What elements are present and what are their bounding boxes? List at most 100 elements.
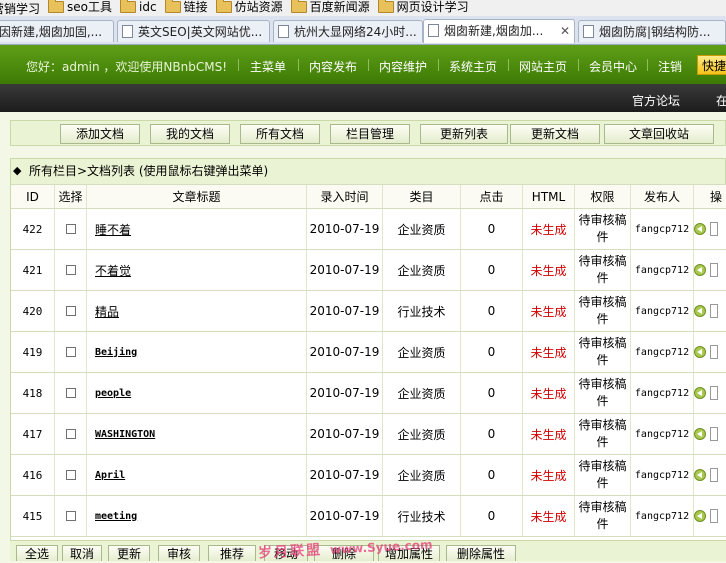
article-title-link[interactable]: 睡不着 bbox=[95, 221, 131, 238]
article-title-link[interactable]: people bbox=[95, 388, 131, 399]
article-title-link[interactable]: 精品 bbox=[95, 303, 119, 320]
select-cell bbox=[55, 455, 87, 495]
table-row[interactable]: 416 April 2010-07-19 企业资质 0 未生成 待审核稿件 fangcp712 bbox=[11, 455, 726, 496]
operation-box[interactable] bbox=[710, 386, 718, 400]
toolbar-button[interactable]: 所有文档 bbox=[240, 124, 320, 144]
title-cell: 睡不着 bbox=[87, 209, 307, 249]
nav-separator bbox=[238, 59, 239, 71]
arrow-left-icon[interactable] bbox=[694, 346, 706, 358]
bookmark-item[interactable]: 网页设计学习 bbox=[377, 0, 469, 14]
row-checkbox[interactable] bbox=[65, 470, 76, 480]
bookmark-label: 仿站资源 bbox=[234, 0, 283, 14]
nav-item[interactable]: 内容维护 bbox=[379, 58, 427, 75]
html-status: 未生成 bbox=[523, 209, 575, 249]
row-checkbox[interactable] bbox=[65, 224, 76, 234]
toolbar-button[interactable]: 栏目管理 bbox=[330, 124, 410, 144]
operation-box[interactable] bbox=[710, 222, 718, 236]
operation-cell bbox=[694, 414, 726, 454]
nav-item[interactable]: 注销 bbox=[658, 58, 682, 75]
table-row[interactable]: 421 不着觉 2010-07-19 企业资质 0 未生成 待审核稿件 fangcp712 bbox=[11, 250, 726, 291]
tab-title: 英文SEO|英文网站优... bbox=[138, 25, 263, 39]
nav-item[interactable]: 网站主页 bbox=[519, 58, 567, 75]
table-row[interactable]: 422 睡不着 2010-07-19 企业资质 0 未生成 待审核稿件 fangcp712 bbox=[11, 209, 726, 250]
arrow-left-icon[interactable] bbox=[694, 510, 706, 522]
nav-item[interactable]: 内容发布 bbox=[309, 58, 357, 75]
browser-tab[interactable]: 烟囱新建,烟囱加... ✕ bbox=[423, 19, 575, 43]
row-checkbox[interactable] bbox=[65, 265, 76, 275]
browser-tab[interactable]: 英文SEO|英文网站优... bbox=[117, 20, 270, 42]
arrow-left-icon[interactable] bbox=[694, 387, 706, 399]
article-title-link[interactable]: WASHINGTON bbox=[95, 429, 155, 440]
nav-item[interactable]: 系统主页 bbox=[449, 58, 497, 75]
batch-action-button[interactable]: 推荐 bbox=[208, 545, 256, 561]
bookmark-item[interactable]: 营销学习 bbox=[0, 2, 40, 16]
toolbar-button[interactable]: 文章回收站 bbox=[604, 124, 714, 144]
operation-box[interactable] bbox=[710, 468, 718, 482]
quick-menu-button[interactable]: 快捷 bbox=[697, 55, 726, 75]
row-id: 419 bbox=[11, 332, 55, 372]
article-title-link[interactable]: April bbox=[95, 470, 125, 481]
article-title-link[interactable]: 不着觉 bbox=[95, 262, 131, 279]
main-navigation: 您好：admin ，欢迎使用NBnbCMS! 快捷 主菜单 内容发布 内容维护 系统主… bbox=[0, 45, 726, 84]
column-header: 类目 bbox=[383, 185, 461, 208]
arrow-left-icon[interactable] bbox=[694, 264, 706, 276]
browser-tab[interactable]: 杭州大显网络24小时... bbox=[273, 20, 423, 42]
secondary-link-truncated[interactable]: 在 bbox=[716, 92, 726, 109]
forum-link[interactable]: 官方论坛 bbox=[632, 92, 680, 109]
browser-tab[interactable]: 因新建,烟囱加固,... bbox=[0, 20, 114, 42]
toolbar-button[interactable]: 更新列表 bbox=[420, 124, 508, 144]
bookmark-item[interactable]: 百度新闻源 bbox=[290, 0, 370, 14]
table-row[interactable]: 420 精品 2010-07-19 行业技术 0 未生成 待审核稿件 fangcp712 bbox=[11, 291, 726, 332]
toolbar-button[interactable]: 添加文档 bbox=[60, 124, 140, 144]
batch-action-button[interactable]: 更新 bbox=[108, 545, 150, 561]
browser-tab[interactable]: 烟囱防腐|钢结构防... bbox=[578, 20, 726, 42]
operation-box[interactable] bbox=[710, 345, 718, 359]
bookmark-label: 网页设计学习 bbox=[396, 0, 469, 14]
row-id: 415 bbox=[11, 496, 55, 536]
article-title-link[interactable]: Beijing bbox=[95, 347, 137, 358]
operation-box[interactable] bbox=[710, 304, 718, 318]
nav-item[interactable]: 主菜单 bbox=[250, 58, 286, 75]
operation-box[interactable] bbox=[710, 427, 718, 441]
column-header: 文章标题 bbox=[87, 185, 307, 208]
arrow-left-icon[interactable] bbox=[694, 305, 706, 317]
bookmark-item[interactable]: 仿站资源 bbox=[215, 0, 283, 14]
click-count: 0 bbox=[461, 373, 523, 413]
batch-action-button[interactable]: 取消 bbox=[62, 545, 102, 561]
row-checkbox[interactable] bbox=[65, 347, 76, 357]
arrow-left-icon[interactable] bbox=[694, 469, 706, 481]
nav-item[interactable]: 会员中心 bbox=[589, 58, 637, 75]
page-icon bbox=[122, 25, 133, 38]
row-checkbox[interactable] bbox=[65, 306, 76, 316]
batch-action-button[interactable]: 删除属性 bbox=[446, 545, 516, 561]
operation-box[interactable] bbox=[710, 509, 718, 523]
operation-box[interactable] bbox=[710, 263, 718, 277]
row-checkbox[interactable] bbox=[65, 388, 76, 398]
arrow-left-icon[interactable] bbox=[694, 223, 706, 235]
table-row[interactable]: 418 people 2010-07-19 企业资质 0 未生成 待审核稿件 fangcp71… bbox=[11, 373, 726, 414]
select-cell bbox=[55, 332, 87, 372]
table-row[interactable]: 415 meeting 2010-07-19 行业技术 0 未生成 待审核稿件 fangcp7… bbox=[11, 496, 726, 537]
bookmark-item[interactable]: idc bbox=[120, 0, 157, 14]
arrow-left-icon[interactable] bbox=[694, 428, 706, 440]
table-row[interactable]: 419 Beijing 2010-07-19 企业资质 0 未生成 待审核稿件 fangcp7… bbox=[11, 332, 726, 373]
batch-action-button[interactable]: 全选 bbox=[16, 545, 58, 561]
close-icon[interactable]: ✕ bbox=[560, 20, 570, 42]
watermark-text: 岁月联盟 bbox=[257, 542, 323, 562]
bookmark-item[interactable]: seo工具 bbox=[48, 0, 112, 14]
table-row[interactable]: 417 WASHINGTON 2010-07-19 企业资质 0 未生成 待审核稿件 fang… bbox=[11, 414, 726, 455]
html-status: 未生成 bbox=[523, 291, 575, 331]
row-checkbox[interactable] bbox=[65, 511, 76, 521]
toolbar-button[interactable]: 我的文档 bbox=[150, 124, 230, 144]
bookmark-item[interactable]: 链接 bbox=[164, 0, 208, 14]
category: 企业资质 bbox=[383, 209, 461, 249]
toolbar-button[interactable]: 更新文档 bbox=[510, 124, 600, 144]
article-title-link[interactable]: meeting bbox=[95, 511, 137, 522]
batch-action-button[interactable]: 审核 bbox=[158, 545, 200, 561]
html-status: 未生成 bbox=[523, 332, 575, 372]
row-checkbox[interactable] bbox=[65, 429, 76, 439]
publisher: fangcp712 bbox=[631, 414, 694, 454]
nav-separator bbox=[438, 59, 439, 71]
column-header: 操 bbox=[694, 185, 726, 208]
click-count: 0 bbox=[461, 332, 523, 372]
